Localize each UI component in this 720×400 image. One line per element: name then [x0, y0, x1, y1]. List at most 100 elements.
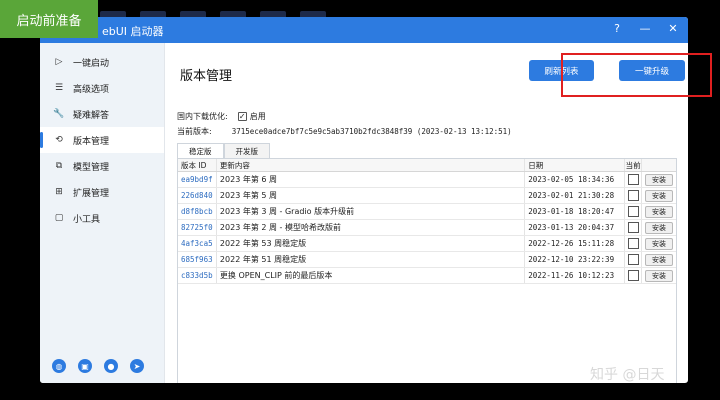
sidebar-item[interactable]: ▷ 一键启动	[40, 49, 164, 75]
header-date[interactable]: 日期	[525, 159, 626, 171]
install-button[interactable]: 安装	[645, 237, 674, 250]
current-checkbox[interactable]	[627, 222, 639, 233]
version-id-link[interactable]: d8f8bcb	[181, 207, 213, 216]
install-button[interactable]: 安装	[645, 221, 674, 234]
current-checkbox[interactable]	[627, 190, 639, 201]
sidebar-nav: ▷ 一键启动 ☰ 高级选项 🔧 疑难解答 ⟲ 版本管理 ⧉ 模型管理 ⊞ 扩展管理 ▢ 小工具	[40, 49, 164, 231]
watermark: 知乎 @日天	[590, 367, 665, 383]
action-cell: 安装	[642, 236, 676, 251]
tab-dev[interactable]: 开发版	[223, 143, 270, 158]
date-text: 2022-12-26 15:11:28	[528, 239, 615, 248]
current-checkbox[interactable]	[627, 174, 639, 185]
date-cell: 2023-01-13 20:04:37	[525, 220, 626, 235]
table-row: d8f8bcb 2023 年第 3 周 - Gradio 版本升级前 2023-01…	[178, 204, 676, 220]
sidebar-item-label: 疑难解答	[73, 110, 110, 121]
current-version-value: 3715ece0adce7bf7c5e9c5ab3710b2fdc3848f39…	[231, 127, 512, 136]
version-id-link[interactable]: ea9bd9f	[181, 175, 213, 184]
update-content-cell: 2022 年第 53 周稳定版	[217, 236, 526, 251]
version-id-link[interactable]: c833d5b	[181, 271, 213, 280]
sidebar-item-icon: ⊞	[55, 187, 63, 197]
close-icon[interactable]: ✕	[666, 22, 680, 35]
sidebar-item[interactable]: ☰ 高级选项	[40, 75, 164, 101]
version-id-link[interactable]: 226d840	[181, 191, 213, 200]
header-action	[642, 159, 676, 171]
sidebar-item[interactable]: ⊞ 扩展管理	[40, 179, 164, 205]
sidebar-item-label: 小工具	[73, 214, 101, 225]
version-id-link[interactable]: 4af3ca5	[181, 239, 213, 248]
current-checkbox[interactable]	[627, 206, 639, 217]
sidebar-item-icon: ☰	[54, 83, 64, 93]
header-current[interactable]: 当前	[625, 159, 643, 171]
update-content-cell: 2023 年第 5 周	[217, 188, 526, 203]
sidebar-item[interactable]: ⟲ 版本管理	[40, 127, 164, 153]
date-text: 2023-02-05 18:34:36	[528, 175, 615, 184]
action-cell: 安装	[642, 252, 676, 267]
telegram-icon[interactable]: ➤	[130, 359, 144, 373]
title-bar: ebUI 启动器 ? — ✕	[40, 17, 688, 43]
version-table: 版本 ID 更新内容 日期 当前 ea9bd9f 2023 年第 6 周 2023-…	[177, 158, 677, 383]
domestic-download-checkbox-label: 启用	[249, 112, 266, 121]
table-row: 226d840 2023 年第 5 周 2023-02-01 21:30:28 安装	[178, 188, 676, 204]
version-id-cell: 4af3ca5	[178, 236, 217, 251]
sidebar-item-icon: 🔧	[53, 109, 65, 119]
install-button[interactable]: 安装	[645, 253, 674, 266]
current-cell	[625, 204, 643, 219]
current-checkbox[interactable]	[627, 254, 639, 265]
version-id-cell: 226d840	[178, 188, 217, 203]
update-content-cell: 2023 年第 2 周 - 模型哈希改版前	[217, 220, 526, 235]
current-version-label: 当前版本:	[177, 127, 212, 136]
current-checkbox[interactable]	[627, 238, 639, 249]
sidebar-bottom-icons: ◍ ▣ ● ➤	[52, 359, 144, 373]
date-text: 2023-02-01 21:30:28	[528, 191, 615, 200]
table-row: ea9bd9f 2023 年第 6 周 2023-02-05 18:34:36 安装	[178, 172, 676, 188]
sidebar-item-icon: ⧉	[55, 161, 63, 171]
sidebar-item-icon: ▷	[55, 57, 63, 67]
current-cell	[625, 268, 643, 283]
table-header: 版本 ID 更新内容 日期 当前	[178, 159, 676, 172]
update-content-cell: 2022 年第 51 周稳定版	[217, 252, 526, 267]
qq-icon[interactable]: ●	[104, 359, 118, 373]
window-title: ebUI 启动器	[102, 25, 164, 38]
install-button[interactable]: 安装	[645, 173, 674, 186]
table-row: 4af3ca5 2022 年第 53 周稳定版 2022-12-26 15:11:2…	[178, 236, 676, 252]
version-tabs: 稳定版 开发版	[177, 143, 270, 158]
current-version-row: 当前版本: 3715ece0adce7bf7c5e9c5ab3710b2fdc3…	[177, 126, 512, 137]
step-badge: 启动前准备	[0, 0, 98, 38]
domestic-download-label: 国内下载优化:	[177, 112, 228, 121]
highlight-box	[561, 53, 712, 97]
bilibili-icon[interactable]: ▣	[78, 359, 92, 373]
header-version-id[interactable]: 版本 ID	[178, 159, 217, 171]
version-id-cell: ea9bd9f	[178, 172, 217, 187]
tab-stable[interactable]: 稳定版	[177, 143, 224, 158]
date-cell: 2022-11-26 10:12:23	[525, 268, 626, 283]
date-cell: 2023-01-18 18:20:47	[525, 204, 626, 219]
help-icon[interactable]: ?	[610, 22, 624, 35]
update-content-cell: 2023 年第 6 周	[217, 172, 526, 187]
version-id-cell: 82725f0	[178, 220, 217, 235]
update-content-cell: 2023 年第 3 周 - Gradio 版本升级前	[217, 204, 526, 219]
install-button[interactable]: 安装	[645, 205, 674, 218]
domestic-download-row: 国内下载优化: ✓ 启用	[177, 111, 266, 122]
current-checkbox[interactable]	[627, 270, 639, 281]
install-button[interactable]: 安装	[645, 189, 674, 202]
install-button[interactable]: 安装	[645, 269, 674, 282]
domestic-download-checkbox[interactable]: ✓	[237, 112, 247, 121]
sidebar-item[interactable]: ⧉ 模型管理	[40, 153, 164, 179]
date-cell: 2022-12-10 23:22:39	[525, 252, 626, 267]
version-id-link[interactable]: 82725f0	[181, 223, 213, 232]
sidebar-item-label: 高级选项	[73, 84, 110, 95]
minimize-icon[interactable]: —	[638, 22, 652, 35]
page-title: 版本管理	[180, 69, 233, 84]
current-cell	[625, 188, 643, 203]
current-cell	[625, 220, 643, 235]
globe-icon[interactable]: ◍	[52, 359, 66, 373]
date-text: 2023-01-13 20:04:37	[528, 223, 615, 232]
sidebar-item-icon: ⟲	[55, 135, 63, 145]
date-cell: 2022-12-26 15:11:28	[525, 236, 626, 251]
sidebar-item[interactable]: 🔧 疑难解答	[40, 101, 164, 127]
date-cell: 2023-02-01 21:30:28	[525, 188, 626, 203]
version-id-link[interactable]: 685f963	[181, 255, 213, 264]
header-update-content[interactable]: 更新内容	[217, 159, 526, 171]
sidebar-item[interactable]: ▢ 小工具	[40, 205, 164, 231]
current-cell	[625, 252, 643, 267]
